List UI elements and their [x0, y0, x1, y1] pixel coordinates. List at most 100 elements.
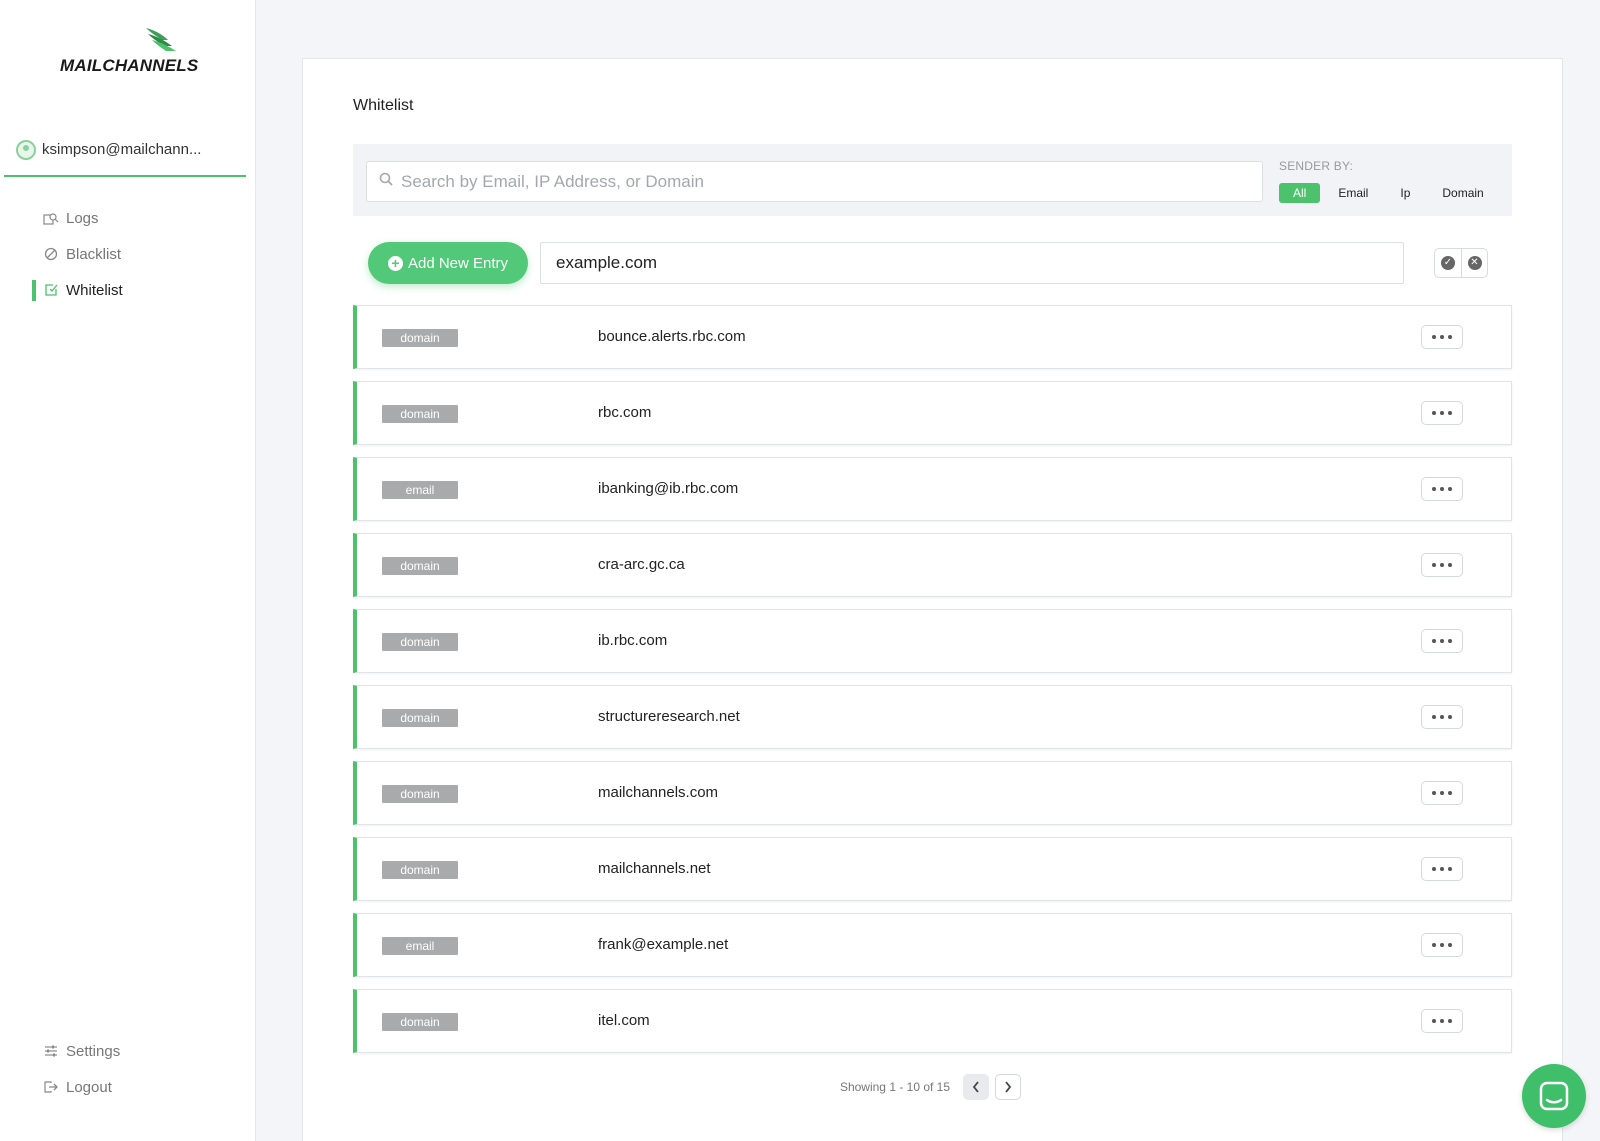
table-row: domain structureresearch.net	[353, 685, 1512, 749]
more-dots-icon	[1430, 639, 1454, 643]
more-options-button[interactable]	[1421, 933, 1463, 957]
sender-by-filter: All Email Ip Domain	[1279, 183, 1502, 203]
pagination-status: Showing 1 - 10 of 15	[839, 1080, 951, 1094]
search-icon	[379, 172, 393, 191]
entry-value: frank@example.net	[598, 936, 729, 953]
more-options-button[interactable]	[1421, 1009, 1463, 1033]
chat-widget-button[interactable]	[1522, 1064, 1586, 1128]
entry-value: ibanking@ib.rbc.com	[598, 480, 739, 497]
sidebar-item-logout[interactable]: Logout	[32, 1069, 232, 1105]
entry-type-badge: email	[382, 937, 458, 955]
more-dots-icon	[1430, 715, 1454, 719]
next-page-button[interactable]	[995, 1074, 1022, 1100]
whitelist-entries: domain bounce.alerts.rbc.com domain rbc.…	[353, 305, 1512, 1065]
filter-bar: SENDER BY: All Email Ip Domain	[353, 144, 1512, 216]
close-circle-icon: ✕	[1467, 256, 1482, 270]
more-dots-icon	[1430, 487, 1454, 491]
more-dots-icon	[1430, 943, 1454, 947]
more-dots-icon	[1430, 563, 1454, 567]
mailchannels-logo[interactable]: MAILCHANNELS	[60, 26, 200, 78]
chevron-left-icon	[972, 1081, 979, 1093]
logo-text: MAILCHANNELS	[60, 56, 199, 75]
more-options-button[interactable]	[1421, 705, 1463, 729]
search-box[interactable]	[366, 161, 1263, 202]
chevron-right-icon	[1005, 1081, 1012, 1093]
entry-action-buttons: ✓ ✕	[1434, 248, 1488, 278]
previous-page-button[interactable]	[963, 1074, 990, 1100]
table-row: email frank@example.net	[353, 913, 1512, 977]
entry-value: structureresearch.net	[598, 708, 740, 725]
chat-icon	[1539, 1081, 1569, 1111]
table-row: domain bounce.alerts.rbc.com	[353, 305, 1512, 369]
sidebar-item-label: Logout	[66, 1078, 112, 1096]
user-account[interactable]: ksimpson@mailchann...	[4, 134, 246, 177]
entry-type-badge: domain	[382, 557, 458, 575]
add-new-entry-button[interactable]: + Add New Entry	[368, 242, 528, 284]
entry-type-badge: domain	[382, 861, 458, 879]
whitelist-icon	[43, 282, 59, 298]
sender-filter-email[interactable]: Email	[1324, 183, 1382, 203]
logs-icon	[43, 210, 59, 226]
entry-value: cra-arc.gc.ca	[598, 556, 685, 573]
table-row: domain mailchannels.com	[353, 761, 1512, 825]
table-row: domain cra-arc.gc.ca	[353, 533, 1512, 597]
sidebar-item-logs[interactable]: Logs	[32, 200, 232, 236]
more-dots-icon	[1430, 411, 1454, 415]
table-row: domain itel.com	[353, 989, 1512, 1053]
entry-value: itel.com	[598, 1012, 650, 1029]
entry-value: bounce.alerts.rbc.com	[598, 328, 746, 345]
sidebar: MAILCHANNELS ksimpson@mailchann... Logs …	[0, 0, 256, 1141]
blocked-icon	[43, 246, 59, 262]
plus-circle-icon: +	[387, 255, 403, 271]
entry-type-badge: domain	[382, 785, 458, 803]
more-options-button[interactable]	[1421, 781, 1463, 805]
new-entry-field[interactable]	[540, 242, 1404, 284]
logout-icon	[43, 1079, 59, 1095]
page-title: Whitelist	[353, 97, 414, 114]
entry-type-badge: domain	[382, 633, 458, 651]
more-options-button[interactable]	[1421, 553, 1463, 577]
cancel-button[interactable]: ✕	[1461, 249, 1487, 277]
sidebar-item-label: Logs	[66, 209, 99, 227]
more-options-button[interactable]	[1421, 857, 1463, 881]
entry-type-badge: domain	[382, 329, 458, 347]
entry-value: ib.rbc.com	[598, 632, 668, 649]
table-row: email ibanking@ib.rbc.com	[353, 457, 1512, 521]
add-new-entry-label: Add New Entry	[407, 254, 509, 272]
entry-value: mailchannels.com	[598, 784, 719, 801]
entry-type-badge: domain	[382, 405, 458, 423]
sidebar-item-blacklist[interactable]: Blacklist	[32, 236, 232, 272]
more-options-button[interactable]	[1421, 325, 1463, 349]
table-row: domain mailchannels.net	[353, 837, 1512, 901]
sidebar-item-label: Settings	[66, 1042, 121, 1060]
more-dots-icon	[1430, 335, 1454, 339]
search-input[interactable]	[401, 171, 1241, 192]
more-options-button[interactable]	[1421, 401, 1463, 425]
confirm-button[interactable]: ✓	[1435, 249, 1461, 277]
sidebar-nav: Logs Blacklist Whitelist	[32, 200, 232, 308]
table-row: domain ib.rbc.com	[353, 609, 1512, 673]
more-dots-icon	[1430, 1019, 1454, 1023]
sidebar-item-settings[interactable]: Settings	[32, 1033, 232, 1069]
avatar	[16, 140, 36, 160]
table-row: domain rbc.com	[353, 381, 1512, 445]
more-dots-icon	[1430, 867, 1454, 871]
sender-filter-all[interactable]: All	[1279, 183, 1321, 203]
sender-filter-domain[interactable]: Domain	[1428, 183, 1497, 203]
entry-type-badge: domain	[382, 1013, 458, 1031]
add-entry-row: + Add New Entry ✓ ✕	[353, 242, 1512, 290]
more-options-button[interactable]	[1421, 477, 1463, 501]
pagination: Showing 1 - 10 of 15	[303, 1074, 1564, 1100]
logo-wing-icon	[146, 28, 176, 51]
more-dots-icon	[1430, 791, 1454, 795]
more-options-button[interactable]	[1421, 629, 1463, 653]
entry-value: mailchannels.net	[598, 860, 711, 877]
entry-value: rbc.com	[598, 404, 652, 421]
new-entry-input[interactable]	[556, 253, 1376, 273]
sender-by-label: SENDER BY:	[1279, 159, 1354, 173]
sender-filter-ip[interactable]: Ip	[1386, 183, 1424, 203]
sidebar-item-label: Blacklist	[66, 245, 122, 263]
sidebar-item-whitelist[interactable]: Whitelist	[32, 272, 232, 308]
sidebar-bottom-nav: Settings Logout	[32, 1033, 232, 1105]
whitelist-card: Whitelist SENDER BY: All Email Ip Domain…	[302, 58, 1563, 1141]
